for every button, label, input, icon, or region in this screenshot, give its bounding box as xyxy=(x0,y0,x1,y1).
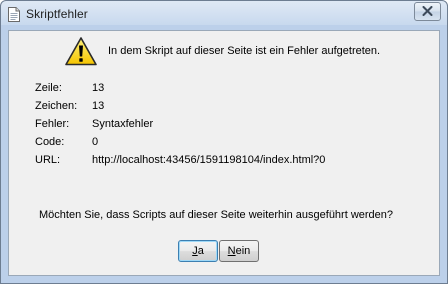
document-icon xyxy=(8,7,20,22)
continue-question: Möchten Sie, dass Scripts auf dieser Sei… xyxy=(39,209,394,221)
detail-label: Fehler: xyxy=(35,118,70,130)
error-message: In dem Skript auf dieser Seite ist ein F… xyxy=(108,45,381,57)
no-button-label: ein xyxy=(235,245,251,257)
script-error-dialog: Skriptfehler In dem Skript auf dieser Se… xyxy=(0,0,448,284)
detail-value: http://localhost:43456/1591198104/index.… xyxy=(92,154,326,166)
close-button[interactable] xyxy=(414,2,441,21)
close-icon xyxy=(422,3,433,21)
warning-icon xyxy=(64,36,98,67)
detail-value: 0 xyxy=(92,136,99,148)
yes-button[interactable]: Ja xyxy=(178,240,218,262)
detail-label: URL: xyxy=(35,154,61,166)
yes-button-label: a xyxy=(197,245,204,257)
no-button-mnemonic: N xyxy=(227,245,236,257)
detail-label: Code: xyxy=(35,136,65,148)
detail-label: Zeile: xyxy=(35,82,62,94)
dialog-content: In dem Skript auf dieser Seite ist ein F… xyxy=(8,30,440,276)
detail-label: Zeichen: xyxy=(35,100,78,112)
detail-value: Syntaxfehler xyxy=(92,118,154,130)
no-button[interactable]: Nein xyxy=(219,240,259,262)
detail-value: 13 xyxy=(92,100,105,112)
title-bar[interactable]: Skriptfehler xyxy=(1,1,447,27)
detail-value: 13 xyxy=(92,82,105,94)
window-title: Skriptfehler xyxy=(26,7,88,21)
